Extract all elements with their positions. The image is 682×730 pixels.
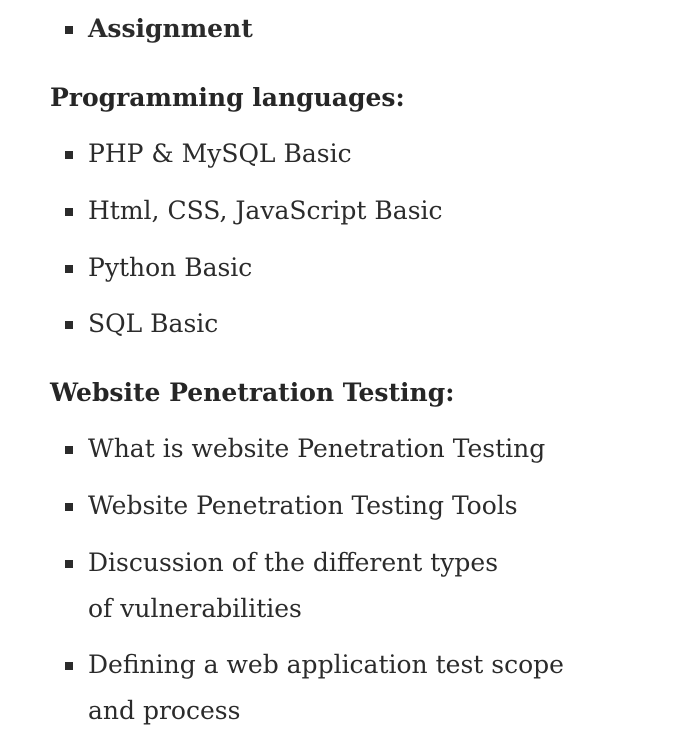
square-bullet-icon bbox=[65, 446, 73, 454]
square-bullet-icon bbox=[65, 560, 73, 568]
square-bullet-icon bbox=[65, 265, 73, 273]
list-item-text: Website Penetration Testing Tools bbox=[88, 491, 518, 520]
list-item: Defining a web application test scope an… bbox=[65, 642, 568, 730]
list-item-text: Assignment bbox=[88, 14, 253, 43]
list-item-text: Discussion of the different types of vul… bbox=[88, 548, 499, 623]
list-item-text: Python Basic bbox=[88, 253, 253, 282]
list-item: Website Penetration Testing Tools bbox=[65, 483, 588, 529]
square-bullet-icon bbox=[65, 208, 73, 216]
list-item-text: Defining a web application test scope an… bbox=[88, 650, 564, 725]
square-bullet-icon bbox=[65, 151, 73, 159]
square-bullet-icon bbox=[65, 662, 73, 670]
list-item: Python Basic bbox=[65, 245, 588, 291]
list-item-text: Html, CSS, JavaScript Basic bbox=[88, 196, 443, 225]
section-heading: Website Penetration Testing: bbox=[50, 378, 455, 407]
list-item-text: What is website Penetration Testing bbox=[88, 434, 546, 463]
square-bullet-icon bbox=[65, 26, 73, 34]
list-item: PHP & MySQL Basic bbox=[65, 131, 588, 177]
list-item: What is website Penetration Testing bbox=[65, 426, 588, 472]
square-bullet-icon bbox=[65, 321, 73, 329]
list-item: Discussion of the different types of vul… bbox=[65, 540, 518, 632]
section-heading: Programming languages: bbox=[50, 83, 405, 112]
list-item-text: SQL Basic bbox=[88, 309, 219, 338]
list-item: Html, CSS, JavaScript Basic bbox=[65, 188, 588, 234]
list-item: Assignment bbox=[65, 6, 588, 52]
square-bullet-icon bbox=[65, 503, 73, 511]
list-item: SQL Basic bbox=[65, 301, 588, 347]
list-item-text: PHP & MySQL Basic bbox=[88, 139, 352, 168]
